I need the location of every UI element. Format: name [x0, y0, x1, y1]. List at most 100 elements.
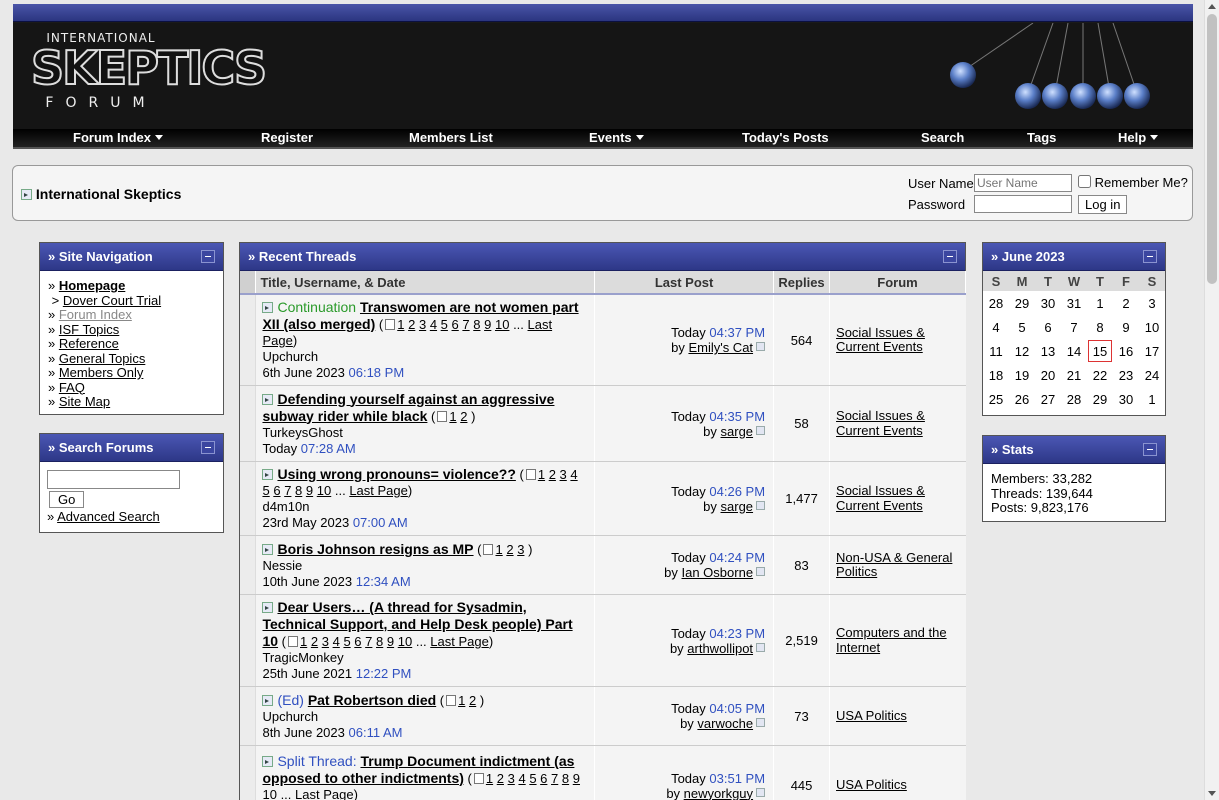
username-input[interactable]	[974, 174, 1072, 192]
calendar-day[interactable]: 1	[1139, 387, 1165, 411]
last-post-user[interactable]: newyorkguy	[684, 786, 753, 800]
login-button[interactable]: Log in	[1078, 195, 1128, 214]
site-nav-link[interactable]: Reference	[59, 336, 119, 351]
scroll-down-arrow-icon[interactable]	[1208, 791, 1216, 796]
thread-author[interactable]: Nessie	[262, 558, 588, 574]
page-link[interactable]: 3	[419, 317, 426, 332]
page-link[interactable]: 4	[333, 634, 340, 649]
thread-title-link[interactable]: Defending yourself against an aggressive…	[262, 391, 554, 424]
page-link[interactable]: 2	[506, 542, 513, 557]
page-link[interactable]: 9	[306, 483, 313, 498]
page-link[interactable]: 8	[376, 634, 383, 649]
page-link[interactable]: 10	[398, 634, 412, 649]
page-link[interactable]: 4	[518, 771, 525, 786]
col-replies[interactable]: Replies	[773, 271, 831, 295]
col-forum[interactable]: Forum	[829, 271, 966, 295]
expand-icon[interactable]	[21, 189, 32, 200]
nav-members-list[interactable]: Members List	[409, 130, 493, 145]
page-link[interactable]: 2	[497, 771, 504, 786]
calendar-day[interactable]: 21	[1061, 363, 1087, 387]
forum-link[interactable]: USA Politics	[836, 708, 907, 723]
go-to-last-post-icon[interactable]	[756, 342, 766, 351]
last-page-link[interactable]: Last Page	[349, 483, 408, 498]
calendar-day[interactable]: 3	[1139, 291, 1165, 315]
calendar-day[interactable]: 2	[1113, 291, 1139, 315]
page-link[interactable]: 1	[458, 693, 465, 708]
page-link[interactable]: 9	[573, 771, 580, 786]
remember-me-checkbox[interactable]	[1078, 175, 1091, 188]
page-link[interactable]: 6	[354, 634, 361, 649]
search-go-button[interactable]: Go	[49, 491, 85, 508]
thread-title-link[interactable]: Boris Johnson resigns as MP	[277, 541, 473, 557]
page-link[interactable]: 3	[517, 542, 524, 557]
page-link[interactable]: 5	[262, 483, 269, 498]
thread-preview-icon[interactable]	[262, 393, 274, 405]
thread-preview-icon[interactable]	[262, 469, 274, 480]
calendar-day[interactable]: 5	[1009, 315, 1035, 339]
calendar-day[interactable]: 19	[1009, 363, 1035, 387]
page-link[interactable]: 2	[408, 317, 415, 332]
thread-title-link[interactable]: Pat Robertson died	[308, 692, 436, 708]
page-link[interactable]: 1	[397, 317, 404, 332]
thread-preview-icon[interactable]	[262, 755, 274, 767]
page-link[interactable]: 8	[473, 317, 480, 332]
last-post-user[interactable]: Ian Osborne	[682, 565, 754, 580]
last-post-user[interactable]: sarge	[721, 424, 754, 439]
calendar-day[interactable]: 12	[1009, 339, 1035, 363]
page-link[interactable]: 1	[495, 542, 502, 557]
thread-author[interactable]: TurkeysGhost	[262, 425, 588, 441]
thread-author[interactable]: Upchurch	[262, 349, 588, 365]
calendar-day[interactable]: 29	[1009, 291, 1035, 315]
scroll-up-arrow-icon[interactable]	[1208, 4, 1216, 9]
nav-search[interactable]: Search	[921, 130, 964, 145]
collapse-icon[interactable]	[1143, 250, 1157, 263]
calendar-day[interactable]: 29	[1087, 387, 1113, 411]
site-nav-link[interactable]: Homepage	[59, 278, 125, 293]
calendar-day[interactable]: 13	[1035, 339, 1061, 363]
page-link[interactable]: 5	[343, 634, 350, 649]
page-link[interactable]: 7	[284, 483, 291, 498]
nav-register[interactable]: Register	[261, 130, 313, 145]
forum-link[interactable]: USA Politics	[836, 777, 907, 793]
advanced-search-link[interactable]: Advanced Search	[57, 509, 160, 524]
calendar-day[interactable]: 7	[1061, 315, 1087, 339]
site-nav-link[interactable]: Forum Index	[59, 307, 132, 322]
page-link[interactable]: 8	[562, 771, 569, 786]
calendar-day[interactable]: 28	[1061, 387, 1087, 411]
calendar-day[interactable]: 1	[1087, 291, 1113, 315]
nav-forum-index[interactable]: Forum Index	[73, 130, 164, 145]
go-to-last-post-icon[interactable]	[756, 787, 766, 797]
site-nav-link[interactable]: General Topics	[59, 351, 145, 366]
calendar-day[interactable]: 30	[1113, 387, 1139, 411]
thread-preview-icon[interactable]	[262, 602, 274, 613]
page-link[interactable]: 2	[469, 693, 476, 708]
site-nav-link[interactable]: FAQ	[59, 380, 85, 395]
last-page-link[interactable]: Last Page	[430, 634, 489, 649]
page-link[interactable]: 10	[262, 787, 276, 800]
page-link[interactable]: 1	[486, 771, 493, 786]
calendar-day[interactable]: 17	[1139, 339, 1165, 363]
page-link[interactable]: 1	[538, 467, 545, 482]
page-link[interactable]: 4	[430, 317, 437, 332]
calendar-day[interactable]: 18	[983, 363, 1009, 387]
calendar-day[interactable]: 4	[983, 315, 1009, 339]
calendar-day[interactable]: 28	[983, 291, 1009, 315]
go-to-last-post-icon[interactable]	[756, 425, 766, 435]
calendar-day[interactable]: 11	[983, 339, 1009, 363]
page-link[interactable]: 6	[452, 317, 459, 332]
calendar-day[interactable]: 6	[1035, 315, 1061, 339]
page-link[interactable]: 9	[387, 634, 394, 649]
calendar-day[interactable]: 24	[1139, 363, 1165, 387]
collapse-icon[interactable]	[201, 250, 215, 263]
page-link[interactable]: 3	[322, 634, 329, 649]
nav-help[interactable]: Help	[1118, 130, 1159, 145]
calendar-day[interactable]: 14	[1061, 339, 1087, 363]
site-nav-link[interactable]: Members Only	[59, 365, 144, 380]
forum-link[interactable]: Social Issues & Current Events	[836, 483, 925, 513]
page-link[interactable]: 2	[460, 409, 467, 424]
site-nav-link[interactable]: Dover Court Trial	[63, 293, 161, 308]
site-nav-link[interactable]: ISF Topics	[59, 322, 119, 337]
page-link[interactable]: 6	[540, 771, 547, 786]
password-input[interactable]	[974, 195, 1072, 213]
nav-tags[interactable]: Tags	[1027, 130, 1056, 145]
